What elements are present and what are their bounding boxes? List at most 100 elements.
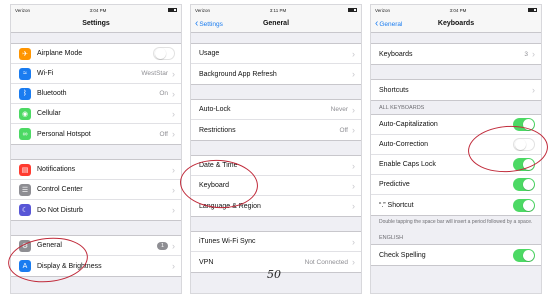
row-label: “.” Shortcut xyxy=(379,201,414,209)
general-group-usage: Usage › Background App Refresh › xyxy=(191,43,361,85)
toggle-switch[interactable] xyxy=(153,47,175,60)
carrier-label: Verizon xyxy=(195,7,211,13)
row-auto-correction[interactable]: Auto-Correction xyxy=(371,135,541,155)
row-label: Control Center xyxy=(37,186,83,193)
toggle-switch[interactable] xyxy=(513,178,535,191)
row-control-center[interactable]: ☰ Control Center › xyxy=(11,180,181,200)
row-enable-caps-lock[interactable]: Enable Caps Lock xyxy=(371,155,541,175)
row-language-region[interactable]: Language & Region › xyxy=(191,196,361,216)
row-keyboards[interactable]: Keyboards 3 › xyxy=(371,44,541,64)
row-predictive[interactable]: Predictive xyxy=(371,175,541,195)
row-label: Keyboard xyxy=(199,182,229,189)
wifi-icon: ≈ xyxy=(19,67,31,80)
hotspot-icon: ∞ xyxy=(19,128,31,140)
status-bar: Verizon 3:11 PM xyxy=(191,5,361,15)
row-airplane-mode[interactable]: ✈ Airplane Mode xyxy=(11,44,181,64)
chevron-right-icon: › xyxy=(352,104,355,115)
row-label: Display & Brightness xyxy=(37,262,102,270)
row-usage[interactable]: Usage › xyxy=(191,44,361,64)
row-auto-capitalization[interactable]: Auto-Capitalization xyxy=(371,115,541,135)
general-group-keyboard: Date & Time › Keyboard › Language & Region › xyxy=(191,155,361,217)
chevron-right-icon: › xyxy=(352,257,355,267)
row-label: VPN xyxy=(199,258,214,266)
keyboards-navbar: ‹ General Keyboards xyxy=(371,15,541,33)
row-value: Not Connected xyxy=(304,258,348,266)
row-label: Personal Hotspot xyxy=(37,130,91,138)
back-button[interactable]: ‹ General xyxy=(375,15,402,33)
row-keyboard[interactable]: Keyboard › xyxy=(191,176,361,196)
time-label: 3:04 PM xyxy=(449,7,467,13)
row-value: WestStar xyxy=(141,70,168,77)
chevron-right-icon: › xyxy=(172,205,175,215)
battery-icon xyxy=(166,8,177,13)
row-check-spelling[interactable]: Check Spelling xyxy=(371,245,541,265)
status-bar: Verizon 3:04 PM xyxy=(11,5,181,15)
row-label: Airplane Mode xyxy=(37,50,83,57)
row-label: Auto-Correction xyxy=(379,141,429,148)
row-label: Shortcuts xyxy=(379,86,409,94)
keyboards-group-shortcuts: Shortcuts › xyxy=(371,79,541,101)
toggle-switch[interactable] xyxy=(513,158,535,171)
battery-icon xyxy=(526,8,537,13)
gear-icon: ⚙ xyxy=(19,239,31,252)
row-label: Cellular xyxy=(37,110,61,117)
section-footnote: Double tapping the space bar will insert… xyxy=(379,219,533,225)
row-auto-lock[interactable]: Auto-Lock Never › xyxy=(191,100,361,120)
toggle-switch[interactable] xyxy=(513,248,535,262)
row-label: Notifications xyxy=(37,166,76,173)
row-date-time[interactable]: Date & Time › xyxy=(191,156,361,176)
general-group-lock: Auto-Lock Never › Restrictions Off › xyxy=(191,99,361,141)
chevron-right-icon: › xyxy=(172,129,175,139)
back-label: Settings xyxy=(199,20,223,28)
general-group-sync: iTunes Wi-Fi Sync › VPN Not Connected › xyxy=(191,231,361,273)
row-label: Wi-Fi xyxy=(37,70,54,77)
toggle-switch[interactable] xyxy=(513,198,535,212)
row-value: Never xyxy=(330,106,348,113)
keyboards-screen: Verizon 3:04 PM ‹ General Keyboards Keybo… xyxy=(370,4,542,294)
chevron-right-icon: › xyxy=(352,236,355,247)
row-label: General xyxy=(37,242,62,249)
settings-group-notifications: ▤ Notifications › ☰ Control Center › ☾ Do Not D… xyxy=(11,159,181,221)
keyboards-group-options: Auto-Capitalization Auto-Correction Enable… xyxy=(371,114,541,216)
airplane-icon: ✈ xyxy=(19,47,31,60)
keyboards-group-list: Keyboards 3 › xyxy=(371,43,541,65)
chevron-left-icon: ‹ xyxy=(195,18,199,29)
keyboards-group-english: Check Spelling xyxy=(371,244,541,266)
chevron-right-icon: › xyxy=(352,160,355,171)
chevron-right-icon: › xyxy=(172,164,175,175)
row-cellular[interactable]: ◉ Cellular › xyxy=(11,104,181,124)
row-shortcuts[interactable]: Shortcuts › xyxy=(371,80,541,100)
chevron-right-icon: › xyxy=(352,69,355,79)
row-background-app-refresh[interactable]: Background App Refresh › xyxy=(191,64,361,84)
page-title: Keyboards xyxy=(437,20,475,27)
chevron-right-icon: › xyxy=(532,85,535,95)
general-screen: Verizon 3:11 PM ‹ Settings General Usage ›… xyxy=(190,4,362,294)
update-badge: 1 xyxy=(156,241,168,250)
back-button[interactable]: ‹ Settings xyxy=(195,15,223,33)
time-label: 3:04 PM xyxy=(89,7,107,13)
row-personal-hotspot[interactable]: ∞ Personal Hotspot Off › xyxy=(11,124,181,144)
page-title: Settings xyxy=(82,20,110,27)
moon-icon: ☾ xyxy=(19,204,31,216)
row-general[interactable]: ⚙ General 1 › xyxy=(11,236,181,256)
row-label: Background App Refresh xyxy=(199,70,277,78)
status-bar: Verizon 3:04 PM xyxy=(371,5,541,15)
row-shortcut[interactable]: “.” Shortcut xyxy=(371,195,541,215)
chevron-right-icon: › xyxy=(532,49,535,59)
row-value: Off xyxy=(339,126,348,134)
row-do-not-disturb[interactable]: ☾ Do Not Disturb › xyxy=(11,200,181,220)
row-restrictions[interactable]: Restrictions Off › xyxy=(191,120,361,140)
toggle-switch[interactable] xyxy=(513,138,535,151)
row-notifications[interactable]: ▤ Notifications › xyxy=(11,160,181,180)
row-display-brightness[interactable]: A Display & Brightness › xyxy=(11,256,181,276)
row-label: iTunes Wi-Fi Sync xyxy=(199,238,256,245)
toggle-switch[interactable] xyxy=(513,118,535,131)
row-wi-fi[interactable]: ≈ Wi-Fi WestStar › xyxy=(11,64,181,84)
back-label: General xyxy=(379,20,403,28)
row-label: Bluetooth xyxy=(37,90,67,97)
row-itunes-wi-fi-sync[interactable]: iTunes Wi-Fi Sync › xyxy=(191,232,361,252)
row-label: Keyboards xyxy=(379,50,413,58)
carrier-label: Verizon xyxy=(15,7,31,13)
row-bluetooth[interactable]: ᛒ Bluetooth On › xyxy=(11,84,181,104)
chevron-right-icon: › xyxy=(352,180,355,191)
